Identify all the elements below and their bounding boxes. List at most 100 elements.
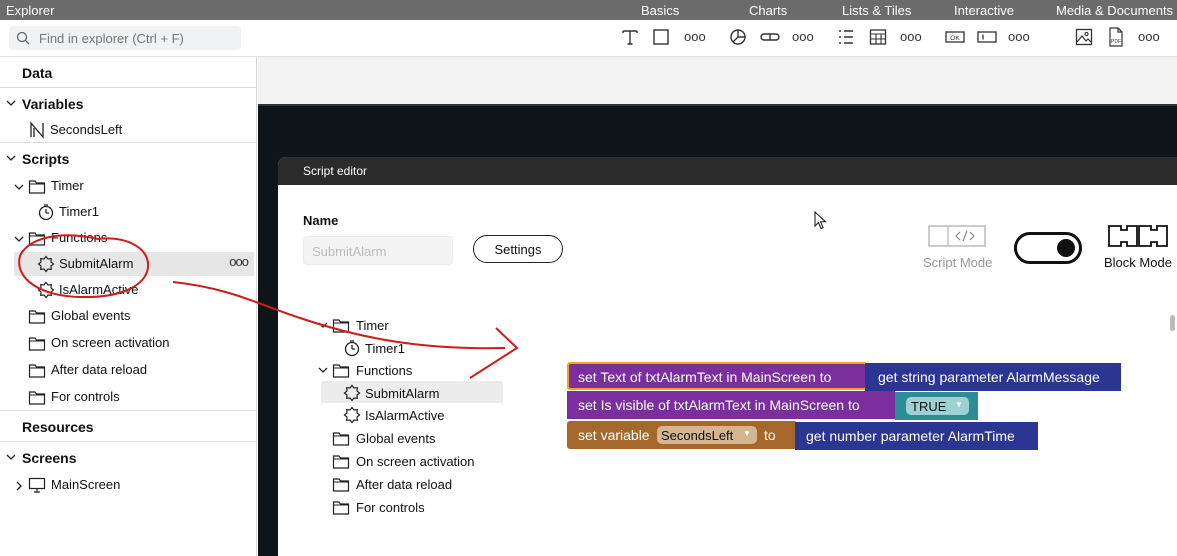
tree-folder-global-events[interactable]: Global events <box>0 304 256 328</box>
search-input[interactable] <box>39 29 234 47</box>
editor-tree-item-isalarmactive[interactable]: IsAlarmActive <box>318 404 498 426</box>
name-label: Name <box>303 213 339 228</box>
screen-label: MainScreen <box>51 477 121 492</box>
block-set-variable[interactable]: set variable SecondsLeft ▼ to <box>567 421 797 449</box>
editor-tree-folder-functions[interactable]: Functions <box>318 359 498 381</box>
editor-tree-folder-timer[interactable]: Timer <box>318 314 498 336</box>
pie-chart-icon[interactable] <box>727 26 749 48</box>
screens-section: Screens MainScreen <box>0 442 256 502</box>
block-label: set Is visible of txtAlarmText in MainSc… <box>578 397 860 413</box>
tree-folder-after-data-reload[interactable]: After data reload <box>0 358 256 382</box>
chevron-down-icon[interactable] <box>14 182 24 192</box>
block-get-string-parameter[interactable]: get string parameter AlarmMessage <box>865 363 1121 391</box>
variable-dropdown[interactable]: SecondsLeft ▼ <box>657 426 757 444</box>
boolean-dropdown[interactable]: TRUE ▼ <box>906 397 969 415</box>
tree-folder-functions[interactable]: Functions <box>0 226 256 250</box>
tab-lists-tiles[interactable]: Lists & Tiles <box>842 3 911 18</box>
chevron-down-icon[interactable] <box>14 234 24 244</box>
item-label: SubmitAlarm <box>59 256 134 271</box>
chevron-down-icon[interactable] <box>318 320 328 330</box>
data-section[interactable]: Data <box>0 57 256 88</box>
tab-basics[interactable]: Basics <box>641 3 679 18</box>
resources-section[interactable]: Resources <box>0 411 256 442</box>
block-set-is-visible[interactable]: set Is visible of txtAlarmText in MainSc… <box>567 391 895 419</box>
editor-tree-folder-global-events[interactable]: Global events <box>318 427 498 449</box>
tree-item-submitalarm[interactable]: SubmitAlarm ooo <box>14 252 254 276</box>
folder-label: After data reload <box>356 477 453 492</box>
more-options-icon[interactable]: ooo <box>229 254 249 269</box>
more-basics-icon[interactable]: ooo <box>684 29 706 44</box>
settings-button[interactable]: Settings <box>473 235 563 263</box>
item-label: Timer1 <box>365 341 405 356</box>
script-mode-icon[interactable] <box>928 225 988 247</box>
text-icon[interactable] <box>619 26 641 48</box>
tree-item-mainscreen[interactable]: MainScreen <box>0 473 256 497</box>
block-mode-icon[interactable] <box>1107 223 1169 249</box>
variables-section: Variables SecondsLeft <box>0 88 256 143</box>
tree-item-isalarmactive[interactable]: IsAlarmActive <box>0 278 256 302</box>
table-icon[interactable] <box>867 26 889 48</box>
svg-text:PDF: PDF <box>1111 39 1121 45</box>
editor-tree-folder-for-controls[interactable]: For controls <box>318 496 498 518</box>
top-menu-bar: Explorer Basics Charts Lists & Tiles Int… <box>0 0 1177 20</box>
function-icon <box>37 281 55 299</box>
editor-tree-folder-after-data-reload[interactable]: After data reload <box>318 473 498 495</box>
search-box[interactable] <box>9 26 241 50</box>
editor-tree-item-timer1[interactable]: Timer1 <box>318 337 498 359</box>
folder-icon <box>28 364 46 378</box>
name-field[interactable]: SubmitAlarm <box>303 236 453 265</box>
image-icon[interactable] <box>1073 26 1095 48</box>
chevron-down-icon[interactable] <box>6 153 16 163</box>
monitor-icon <box>28 477 46 493</box>
progress-bar-icon[interactable] <box>759 26 781 48</box>
variable-item[interactable]: SecondsLeft <box>0 118 256 142</box>
variable-name: SecondsLeft <box>661 428 734 443</box>
chevron-down-icon[interactable] <box>318 365 328 375</box>
more-charts-icon[interactable]: ooo <box>792 29 814 44</box>
tree-folder-timer[interactable]: Timer <box>0 174 256 198</box>
editor-tree-item-submitalarm[interactable]: SubmitAlarm <box>318 382 498 404</box>
text-input-icon[interactable] <box>976 26 998 48</box>
pdf-icon[interactable]: PDF <box>1105 26 1127 48</box>
ok-button-icon[interactable]: OK <box>944 26 966 48</box>
script-mode-label[interactable]: Script Mode <box>923 255 992 270</box>
folder-icon <box>332 364 350 378</box>
mode-toggle[interactable] <box>1014 232 1082 264</box>
block-boolean-value[interactable]: TRUE ▼ <box>895 392 978 420</box>
editor-title: Script editor <box>303 164 368 178</box>
more-media-icon[interactable]: ooo <box>1138 29 1160 44</box>
chevron-down-icon[interactable] <box>6 452 16 462</box>
item-label: IsAlarmActive <box>365 408 445 423</box>
block-set-text[interactable]: set Text of txtAlarmText in MainScreen t… <box>567 362 867 390</box>
data-title: Data <box>22 65 53 81</box>
block-get-number-parameter[interactable]: get number parameter AlarmTime <box>795 422 1038 450</box>
folder-label: On screen activation <box>356 454 475 469</box>
toolbar: ooo ooo ooo OK ooo PDF ooo <box>0 20 1177 57</box>
chevron-right-icon[interactable] <box>14 481 24 491</box>
scrollbar-thumb[interactable] <box>1170 315 1175 331</box>
folder-label: Global events <box>356 431 436 446</box>
tree-item-timer1[interactable]: Timer1 <box>0 200 256 224</box>
tab-media-documents[interactable]: Media & Documents <box>1056 3 1173 18</box>
rectangle-icon[interactable] <box>650 26 672 48</box>
chevron-down-icon[interactable] <box>6 98 16 108</box>
tree-folder-on-screen-activation[interactable]: On screen activation <box>0 331 256 355</box>
function-icon <box>343 406 361 424</box>
tab-interactive[interactable]: Interactive <box>954 3 1014 18</box>
editor-tree-folder-on-screen-activation[interactable]: On screen activation <box>318 450 498 472</box>
list-icon[interactable] <box>835 26 857 48</box>
variable-label: SecondsLeft <box>50 122 123 137</box>
number-variable-icon <box>30 121 44 139</box>
block-label: get number parameter AlarmTime <box>806 428 1015 444</box>
mouse-cursor-icon <box>814 211 827 230</box>
folder-label: On screen activation <box>51 335 170 350</box>
dropdown-arrow-icon: ▼ <box>743 429 751 438</box>
tab-charts[interactable]: Charts <box>749 3 787 18</box>
item-label: Timer1 <box>59 204 99 219</box>
folder-label: For controls <box>356 500 425 515</box>
block-mode-label[interactable]: Block Mode <box>1104 255 1172 270</box>
more-interactive-icon[interactable]: ooo <box>1008 29 1030 44</box>
folder-label: Functions <box>356 363 413 378</box>
tree-folder-for-controls[interactable]: For controls <box>0 385 256 409</box>
more-lists-icon[interactable]: ooo <box>900 29 922 44</box>
